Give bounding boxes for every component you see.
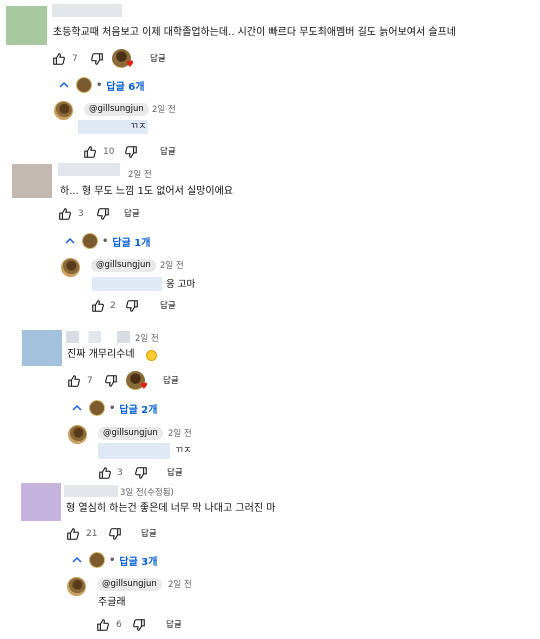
- chevron-up-icon: [72, 557, 82, 563]
- reply-text: 응 고마: [166, 279, 196, 290]
- commenter-name[interactable]: [58, 163, 120, 176]
- reply-button[interactable]: 답글: [141, 530, 157, 539]
- reply-text: ㄲㅈ: [175, 446, 192, 456]
- like-icon[interactable]: [96, 618, 110, 632]
- reply-button[interactable]: 답글: [150, 55, 166, 64]
- chevron-up-icon: [72, 405, 82, 411]
- dislike-icon[interactable]: [96, 207, 110, 221]
- replies-toggle[interactable]: • 답글 6개: [58, 77, 144, 93]
- reply-button[interactable]: 답글: [163, 377, 179, 386]
- comment-text: 진짜 개무리수네: [67, 349, 135, 360]
- creator-mini-avatar: [76, 77, 92, 93]
- like-icon[interactable]: [66, 527, 80, 541]
- like-icon[interactable]: [52, 52, 66, 66]
- like-count: 3: [78, 209, 84, 219]
- creator-avatar[interactable]: [61, 258, 80, 277]
- like-icon[interactable]: [98, 466, 112, 480]
- creator-avatar[interactable]: [67, 577, 86, 596]
- creator-avatar[interactable]: [54, 101, 73, 120]
- dislike-icon[interactable]: [90, 52, 104, 66]
- reply-button[interactable]: 답글: [160, 302, 176, 311]
- like-count: 6: [116, 620, 122, 630]
- reply-button[interactable]: 답글: [166, 621, 182, 630]
- commenter-name[interactable]: [64, 485, 118, 497]
- creator-handle[interactable]: @gillsungjun: [97, 578, 162, 591]
- dislike-icon[interactable]: [104, 374, 118, 388]
- like-count: 10: [103, 147, 115, 157]
- replies-toggle[interactable]: • 답글 2개: [71, 400, 157, 416]
- comment-text: 형 열심히 하는건 좋은데 너무 막 나대고 그러진 마: [66, 503, 276, 514]
- replies-count-label: 답글 6개: [106, 81, 145, 93]
- chevron-up-icon: [65, 238, 75, 244]
- dislike-icon[interactable]: [134, 466, 148, 480]
- reply-timestamp[interactable]: 2일 전: [152, 106, 176, 115]
- creator-mini-avatar: [89, 552, 105, 568]
- creator-heart-icon: ♥: [126, 371, 148, 392]
- replies-count-label: 답글 3개: [119, 556, 158, 568]
- commenter-avatar[interactable]: [22, 330, 62, 366]
- comment-timestamp[interactable]: 2일 전: [128, 171, 152, 180]
- comment-text: 초등학교때 처음보고 이제 대학졸업하는데.. 시간이 빠르다 무도최애멤버 길…: [53, 27, 456, 38]
- reply-timestamp[interactable]: 2일 전: [160, 262, 184, 271]
- creator-handle[interactable]: @gillsungjun: [84, 103, 149, 116]
- replies-toggle[interactable]: • 답글 3개: [71, 552, 157, 568]
- replies-count-label: 답글 2개: [119, 404, 158, 416]
- comment-timestamp[interactable]: 2일 전: [135, 335, 159, 344]
- creator-handle[interactable]: @gillsungjun: [91, 259, 156, 272]
- dislike-icon[interactable]: [124, 145, 138, 159]
- reply-text: 주글래: [98, 597, 126, 608]
- comment-text: 하... 형 무도 느낌 1도 없어서 실망이에요: [60, 186, 233, 197]
- like-count: 7: [87, 376, 93, 386]
- comment-timestamp[interactable]: 3일 전(수정됨): [120, 489, 174, 498]
- reply-button[interactable]: 답글: [160, 148, 176, 157]
- replies-toggle[interactable]: • 답글 1개: [64, 233, 150, 249]
- replies-count-label: 답글 1개: [112, 237, 151, 249]
- commenter-name[interactable]: [66, 331, 130, 343]
- like-icon[interactable]: [83, 145, 97, 159]
- creator-handle[interactable]: @gillsungjun: [98, 427, 163, 440]
- reply-button[interactable]: 답글: [167, 469, 183, 478]
- like-icon[interactable]: [67, 374, 81, 388]
- reply-text: ㄲㅈ: [130, 122, 147, 132]
- creator-mini-avatar: [89, 400, 105, 416]
- chevron-up-icon: [59, 82, 69, 88]
- reply-text-mask: [92, 277, 162, 291]
- like-count: 2: [110, 301, 116, 311]
- reply-text-mask: [98, 443, 170, 459]
- reply-timestamp[interactable]: 2일 전: [168, 430, 192, 439]
- like-count: 7: [72, 54, 78, 64]
- smile-emoji-icon: [146, 350, 157, 361]
- like-icon[interactable]: [58, 207, 72, 221]
- dislike-icon[interactable]: [125, 299, 139, 313]
- commenter-avatar[interactable]: [6, 6, 47, 45]
- like-count: 3: [117, 468, 123, 478]
- commenter-avatar[interactable]: [21, 483, 61, 521]
- like-count: 21: [86, 529, 98, 539]
- dislike-icon[interactable]: [108, 527, 122, 541]
- commenter-avatar[interactable]: [12, 164, 52, 198]
- creator-mini-avatar: [82, 233, 98, 249]
- reply-button[interactable]: 답글: [124, 210, 140, 219]
- dislike-icon[interactable]: [132, 618, 146, 632]
- reply-timestamp[interactable]: 2일 전: [168, 581, 192, 590]
- creator-heart-icon: ♥: [112, 49, 134, 70]
- commenter-name[interactable]: [52, 4, 122, 17]
- like-icon[interactable]: [91, 299, 105, 313]
- creator-avatar[interactable]: [68, 425, 87, 444]
